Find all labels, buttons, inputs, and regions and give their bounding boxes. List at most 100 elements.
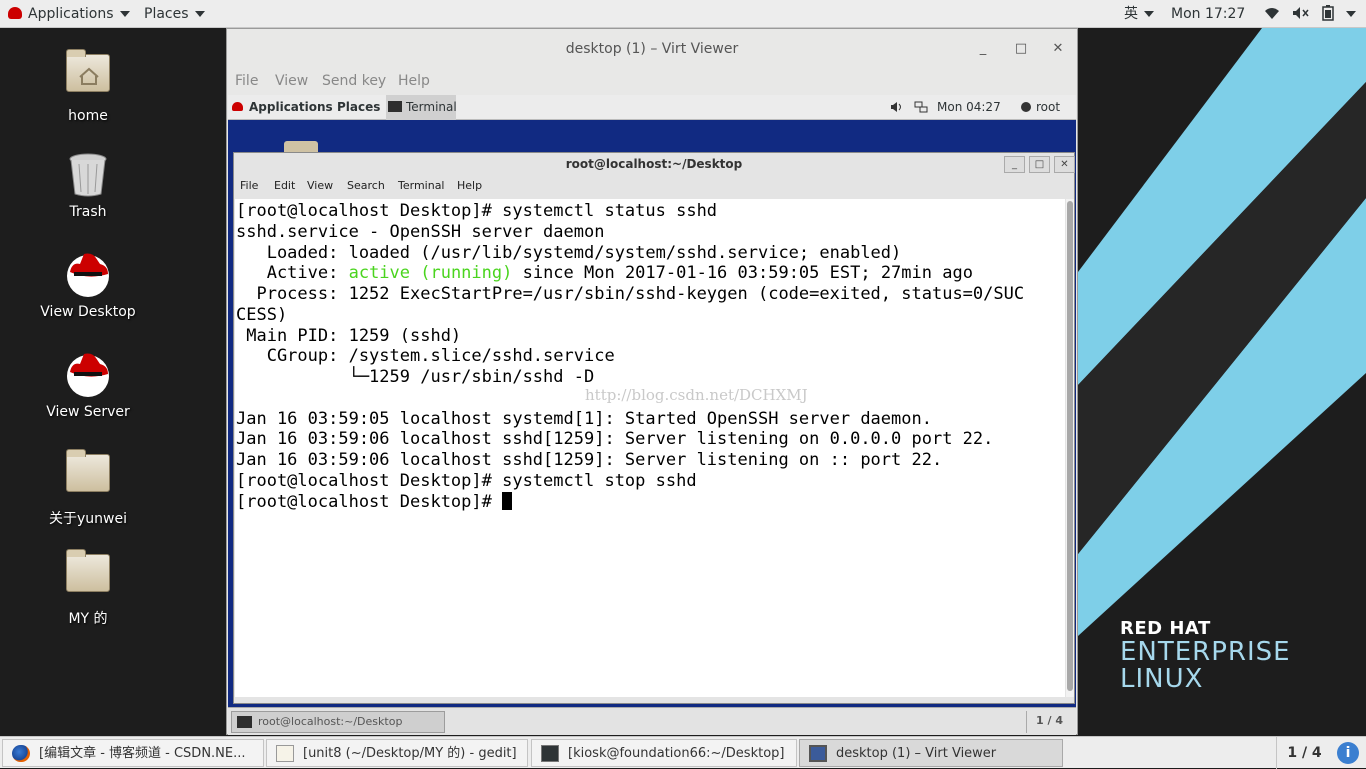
term-menu-help[interactable]: Help <box>457 179 482 192</box>
window-title: desktop (1) – Virt Viewer <box>565 41 739 57</box>
terminal-line: [root@localhost Desktop]# systemctl stop… <box>236 470 697 491</box>
redhat-shadowman-icon <box>64 250 112 298</box>
terminal-line: Process: 1252 ExecStartPre=/usr/sbin/ssh… <box>236 284 1025 304</box>
guest-user-label: root <box>1036 100 1061 114</box>
minimize-button[interactable]: _ <box>973 29 993 69</box>
task-gedit[interactable]: [unit8 (~/Desktop/MY 的) - gedit] <box>266 739 528 767</box>
wifi-icon[interactable] <box>1264 0 1280 28</box>
guest-clock[interactable]: Mon 04:27 <box>937 95 1001 120</box>
input-method-label: 英 <box>1124 6 1138 22</box>
terminal-line: Loaded: loaded (/usr/lib/systemd/system/… <box>236 242 902 263</box>
desktop-icon-label: MY 的 <box>68 611 108 627</box>
menu-file[interactable]: File <box>235 73 258 89</box>
task-firefox[interactable]: [编辑文章 - 博客频道 - CSDN.NE... <box>2 739 264 767</box>
info-icon[interactable]: i <box>1337 742 1359 764</box>
task-label: [编辑文章 - 博客频道 - CSDN.NE... <box>39 746 246 761</box>
term-menu-search[interactable]: Search <box>347 179 385 192</box>
terminal-line: Active: active (running) since Mon 2017-… <box>235 263 1065 284</box>
guest-workspace-switcher[interactable]: 1 / 4 <box>1026 711 1072 733</box>
guest-terminal-task[interactable]: Terminal <box>386 95 457 120</box>
scrollbar-thumb[interactable] <box>1067 201 1073 691</box>
terminal-line: CGroup: /system.slice/sshd.service <box>236 346 615 367</box>
desktop-icon-trash[interactable]: Trash <box>0 150 176 220</box>
trash-icon <box>64 150 112 198</box>
guest-display[interactable]: Applications Places Terminal Mon 04:27 r… <box>228 95 1076 735</box>
task-terminal[interactable]: [kiosk@foundation66:~/Desktop] <box>531 739 797 767</box>
volume-icon[interactable] <box>1292 0 1310 28</box>
places-menu[interactable]: Places <box>144 0 205 28</box>
desktop-icon-label: View Server <box>46 404 130 420</box>
menu-view[interactable]: View <box>275 73 308 89</box>
maximize-button[interactable]: □ <box>1011 29 1031 69</box>
guest-top-bar: Applications Places Terminal Mon 04:27 r… <box>228 95 1076 120</box>
firefox-icon <box>12 745 30 762</box>
battery-icon[interactable] <box>1322 0 1334 28</box>
terminal-icon <box>237 716 252 728</box>
task-label: [unit8 (~/Desktop/MY 的) - gedit] <box>303 746 517 761</box>
monitor-icon <box>809 745 827 762</box>
terminal-line: [root@localhost Desktop]# systemctl stat… <box>236 201 718 221</box>
guest-terminal-task-label: Terminal <box>406 100 457 114</box>
user-icon <box>1021 102 1031 112</box>
brand-line-3: LINUX <box>1120 664 1204 694</box>
guest-places-menu[interactable]: Places <box>337 95 380 120</box>
terminal-output[interactable]: [root@localhost Desktop]# systemctl stat… <box>235 199 1065 697</box>
text-editor-icon <box>276 745 294 762</box>
task-label: [kiosk@foundation66:~/Desktop] <box>568 746 785 761</box>
redhat-fedora-icon <box>232 102 243 111</box>
menu-send-key[interactable]: Send key <box>322 73 386 89</box>
term-menu-view[interactable]: View <box>307 179 333 192</box>
folder-icon <box>64 449 112 502</box>
speaker-icon[interactable] <box>890 95 904 120</box>
terminal-prompt-line: [root@localhost Desktop]# <box>235 491 1065 513</box>
guest-task-terminal[interactable]: root@localhost:~/Desktop <box>231 711 445 733</box>
term-menu-edit[interactable]: Edit <box>274 179 295 192</box>
term-menu-terminal[interactable]: Terminal <box>398 179 445 192</box>
redhat-brand-logo: RED HAT ENTERPRISE LINUX <box>1120 618 1291 693</box>
brand-line-2: ENTERPRISE <box>1120 637 1291 667</box>
close-button[interactable]: ✕ <box>1048 29 1068 69</box>
desktop-icon-label: home <box>68 108 108 124</box>
terminal-line: sshd.service - OpenSSH server daemon <box>236 221 605 242</box>
desktop-icon-view-server[interactable]: View Server <box>0 350 176 420</box>
guest-applications-menu[interactable]: Applications <box>232 95 333 120</box>
terminal-window[interactable]: root@localhost:~/Desktop _ □ ✕ File Edit… <box>233 152 1075 704</box>
terminal-scrollbar[interactable] <box>1066 199 1074 697</box>
terminal-line: Main PID: 1259 (sshd) <box>236 325 462 346</box>
desktop-icon-yunwei-folder[interactable]: 关于yunwei <box>0 449 176 528</box>
chevron-down-icon <box>194 11 205 17</box>
terminal-line: Jan 16 03:59:06 localhost sshd[1259]: Se… <box>236 450 943 470</box>
clock[interactable]: Mon 17:27 <box>1171 0 1245 28</box>
terminal-title: root@localhost:~/Desktop <box>565 157 743 171</box>
clock-label: Mon 17:27 <box>1171 6 1246 22</box>
term-menu-file[interactable]: File <box>240 179 258 192</box>
menu-help[interactable]: Help <box>398 73 430 89</box>
task-virt-viewer[interactable]: desktop (1) – Virt Viewer <box>799 739 1063 767</box>
desktop-icon-view-desktop[interactable]: View Desktop <box>0 250 176 320</box>
chevron-down-icon <box>119 11 130 17</box>
places-menu-label: Places <box>144 6 189 22</box>
workspace-switcher[interactable]: 1 / 4 <box>1276 737 1332 769</box>
terminal-line: Jan 16 03:59:05 localhost systemd[1]: St… <box>236 408 932 429</box>
viewer-menubar: File View Send key Help <box>227 69 1077 95</box>
input-method-indicator[interactable]: 英 <box>1124 0 1154 28</box>
guest-user-menu[interactable]: root <box>1021 95 1060 120</box>
host-taskbar: [编辑文章 - 博客频道 - CSDN.NE... [unit8 (~/Desk… <box>0 736 1366 769</box>
home-folder-icon <box>64 49 112 102</box>
system-menu-chevron[interactable] <box>1340 0 1356 28</box>
terminal-text: since Mon 2017-01-16 03:59:05 EST; 27min… <box>512 263 973 284</box>
service-status-active: active (running) <box>348 263 513 284</box>
brand-line-1: RED HAT <box>1120 618 1211 639</box>
network-icon[interactable] <box>914 95 928 120</box>
terminal-close-button[interactable]: ✕ <box>1054 156 1075 173</box>
terminal-minimize-button[interactable]: _ <box>1004 156 1025 173</box>
virt-viewer-window[interactable]: desktop (1) – Virt Viewer _ □ ✕ File Vie… <box>226 28 1078 735</box>
desktop-icon-label: View Desktop <box>40 304 136 320</box>
task-label: desktop (1) – Virt Viewer <box>836 746 997 761</box>
applications-menu[interactable]: Applications <box>8 0 130 28</box>
desktop-icon-home[interactable]: home <box>0 49 176 124</box>
desktop-icon-my-folder[interactable]: MY 的 <box>0 549 176 628</box>
terminal-maximize-button[interactable]: □ <box>1029 156 1050 173</box>
terminal-menubar: File Edit View Search Terminal Help <box>234 175 1074 199</box>
host-top-bar: Applications Places 英 Mon 17:27 <box>0 0 1366 28</box>
